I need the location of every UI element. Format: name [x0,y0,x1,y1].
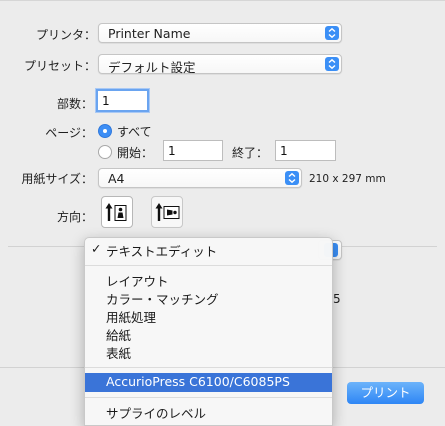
menu-item-label: 表紙 [106,346,132,361]
updown-arrows-icon [285,171,299,185]
pages-range-radio[interactable] [98,145,112,159]
copies-field[interactable]: 1 [96,89,149,112]
menu-separator [85,367,332,368]
menu-item-paper-feed[interactable]: 給紙 [85,324,332,343]
section-separator [8,246,84,247]
pages-from-field[interactable]: 1 [163,140,223,161]
menu-item-printer-features[interactable]: AccurioPress C6100/C6085PS [85,373,332,392]
pages-to-label: 終了： [232,146,269,160]
menu-item-label: サプライのレベル [106,406,207,421]
preset-value: デフォルト設定 [108,60,196,75]
pages-from-label: 開始： [117,146,154,160]
pages-from-value: 1 [168,144,176,158]
menu-item-paper-handling[interactable]: 用紙処理 [85,306,332,325]
pages-label: ページ： [45,126,93,140]
portrait-orientation-button[interactable] [101,196,133,228]
paper-size-label: 用紙サイズ： [21,172,93,186]
printer-popup[interactable]: Printer Name [98,23,342,43]
copies-value: 1 [102,94,110,108]
print-button[interactable]: プリント [347,382,424,404]
menu-item-layout[interactable]: レイアウト [85,270,332,289]
section-menu: ✓ テキストエディット レイアウト カラー・マッチング 用紙処理 給紙 表紙 A… [84,237,333,426]
background-number: 5 [333,292,341,306]
landscape-orientation-button[interactable] [151,196,183,228]
menu-item-textedit[interactable]: ✓ テキストエディット [85,240,332,259]
pages-all-label: すべて [117,125,152,139]
menu-item-label: AccurioPress C6100/C6085PS [106,374,290,389]
pages-to-value: 1 [280,144,288,158]
menu-separator [85,397,332,398]
section-separator [333,246,437,247]
menu-item-label: テキストエディット [106,244,218,259]
menu-item-cover[interactable]: 表紙 [85,342,332,361]
updown-arrows-icon [325,26,339,40]
paper-dimensions: 210 x 297 mm [309,173,386,185]
preset-popup[interactable]: デフォルト設定 [98,54,342,75]
preset-label: プリセット： [23,59,96,73]
checkmark-icon: ✓ [91,241,102,256]
menu-item-supply-levels[interactable]: サプライのレベル [85,402,332,421]
landscape-icon [155,203,180,221]
pages-to-field[interactable]: 1 [275,140,336,161]
pages-all-radio[interactable] [98,124,112,138]
orientation-label: 方向： [56,210,93,224]
paper-size-popup[interactable]: A4 [98,168,302,188]
printer-label: プリンタ： [35,28,96,42]
copies-label: 部数： [56,97,93,111]
menu-separator [85,265,332,266]
updown-arrows-icon [325,57,339,71]
portrait-icon [105,203,127,221]
menu-item-color-matching[interactable]: カラー・マッチング [85,288,332,307]
paper-size-value: A4 [108,171,125,186]
printer-value: Printer Name [108,26,191,41]
top-border [0,0,445,1]
